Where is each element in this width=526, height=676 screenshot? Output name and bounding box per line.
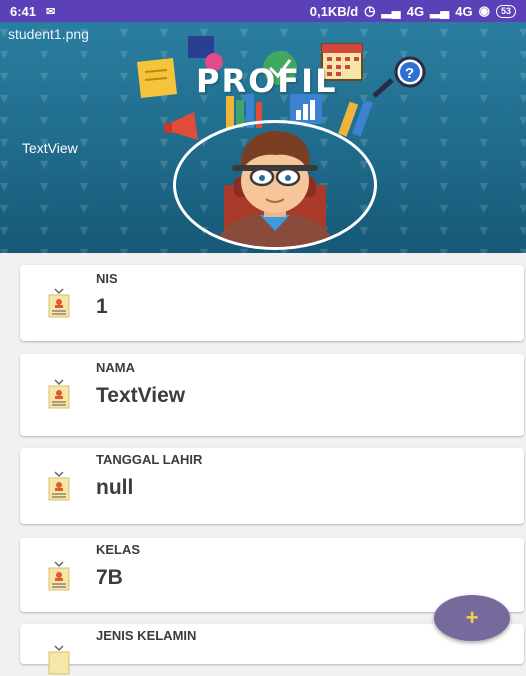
header-textview: TextView: [22, 140, 78, 156]
message-icon: ✉: [46, 5, 56, 18]
field-label: KELAS: [96, 542, 141, 557]
status-time: 6:41: [10, 3, 37, 19]
battery-icon: 53: [495, 4, 516, 18]
field-label: JENIS KELAMIN: [96, 628, 197, 643]
avatar: [173, 120, 377, 250]
field-value: 1: [96, 295, 108, 318]
field-value: null: [96, 476, 134, 499]
signal-label-2: 4G: [455, 3, 473, 19]
status-right: 0,1KB/d ◷ ▂▄ 4G ▂▄ 4G ◉ 53: [310, 3, 516, 19]
plus-icon: +: [465, 605, 479, 630]
signal-icon: ▂▄: [381, 3, 401, 18]
profile-header: ▼ ▼ ▼ ▼ ▼ ▼ ▼ ▼ ▼ ▼ ▼ ▼ ▼ ▼ ▼ ▼ ▼ ▼ ▼ ▼ …: [0, 22, 526, 253]
field-value: TextView: [96, 384, 186, 407]
student-avatar-image: [216, 131, 334, 247]
network-speed: 0,1KB/d: [309, 3, 359, 19]
field-label: NAMA: [96, 360, 135, 375]
id-card-icon: [48, 379, 70, 409]
svg-text:?: ?: [405, 65, 414, 82]
magnifier-question-icon: ?: [372, 56, 426, 98]
alarm-icon: ◷: [364, 3, 376, 18]
field-card-nis: NIS 1: [20, 265, 524, 341]
wifi-icon: ◉: [478, 3, 490, 18]
id-card-icon: [48, 645, 70, 675]
field-card-tanggal-lahir: TANGGAL LAHIR null: [20, 448, 524, 524]
id-card-icon: [48, 288, 70, 318]
signal-icon-2: ▂▄: [430, 3, 450, 18]
sticky-note-icon: [137, 58, 177, 98]
id-card-icon: [48, 561, 70, 591]
add-fab-button[interactable]: +: [434, 595, 510, 641]
field-label: NIS: [96, 271, 118, 286]
field-label: TANGGAL LAHIR: [96, 452, 203, 467]
field-card-nama: NAMA TextView: [20, 354, 524, 436]
field-value: 7B: [96, 566, 123, 589]
signal-label-1: 4G: [406, 3, 425, 19]
image-filename: student1.png: [8, 26, 89, 42]
page-title: PROFIL: [196, 62, 338, 100]
id-card-icon: [48, 471, 70, 501]
status-bar: 6:41 ✉ 0,1KB/d ◷ ▂▄ 4G ▂▄ 4G ◉ 53: [0, 0, 526, 22]
